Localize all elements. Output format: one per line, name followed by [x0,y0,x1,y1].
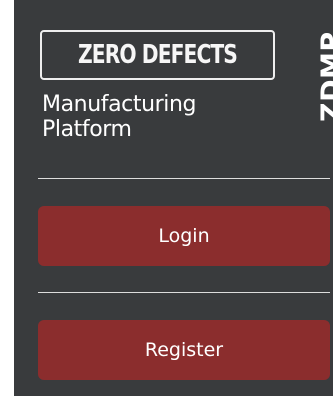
logo-subtitle-line2: Platform [42,117,132,142]
zdmp-logo: ZERO DEFECTS Manufacturing Platform ZDMP [40,30,333,150]
auth-panel: ZERO DEFECTS Manufacturing Platform ZDMP… [14,0,333,396]
logo-subtitle-line1: Manufacturing [42,92,197,117]
divider-top [38,178,330,179]
divider-middle [38,292,330,293]
register-button[interactable]: Register [38,320,330,380]
logo-acronym: ZDMP [316,31,333,122]
login-button[interactable]: Login [38,206,330,266]
logo-headline: ZERO DEFECTS [78,40,238,70]
